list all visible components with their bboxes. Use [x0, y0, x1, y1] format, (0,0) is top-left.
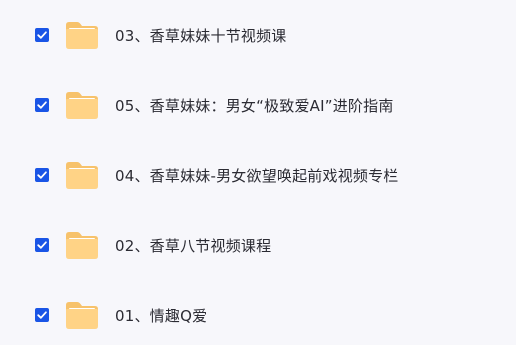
checked-checkbox-icon[interactable]	[35, 308, 49, 322]
file-list: 03、香草妹妹十节视频课 05、香草妹妹：男女“极致爱AI”进阶指南 04、香草…	[0, 0, 516, 345]
file-row[interactable]: 03、香草妹妹十节视频课	[0, 13, 516, 57]
folder-icon	[64, 160, 100, 190]
checked-checkbox-icon[interactable]	[35, 238, 49, 252]
file-name[interactable]: 01、情趣Q爱	[115, 305, 207, 326]
folder-icon	[64, 20, 100, 50]
file-name[interactable]: 02、香草八节视频课程	[115, 235, 271, 256]
file-row[interactable]: 01、情趣Q爱	[0, 293, 516, 337]
file-row[interactable]: 02、香草八节视频课程	[0, 223, 516, 267]
checked-checkbox-icon[interactable]	[35, 98, 49, 112]
folder-icon	[64, 90, 100, 120]
checked-checkbox-icon[interactable]	[35, 168, 49, 182]
file-name[interactable]: 05、香草妹妹：男女“极致爱AI”进阶指南	[115, 95, 394, 116]
folder-icon	[64, 300, 100, 330]
checked-checkbox-icon[interactable]	[35, 28, 49, 42]
file-name[interactable]: 04、香草妹妹-男女欲望唤起前戏视频专栏	[115, 165, 399, 186]
folder-icon	[64, 230, 100, 260]
file-row[interactable]: 04、香草妹妹-男女欲望唤起前戏视频专栏	[0, 153, 516, 197]
file-name[interactable]: 03、香草妹妹十节视频课	[115, 25, 287, 46]
file-row[interactable]: 05、香草妹妹：男女“极致爱AI”进阶指南	[0, 83, 516, 127]
